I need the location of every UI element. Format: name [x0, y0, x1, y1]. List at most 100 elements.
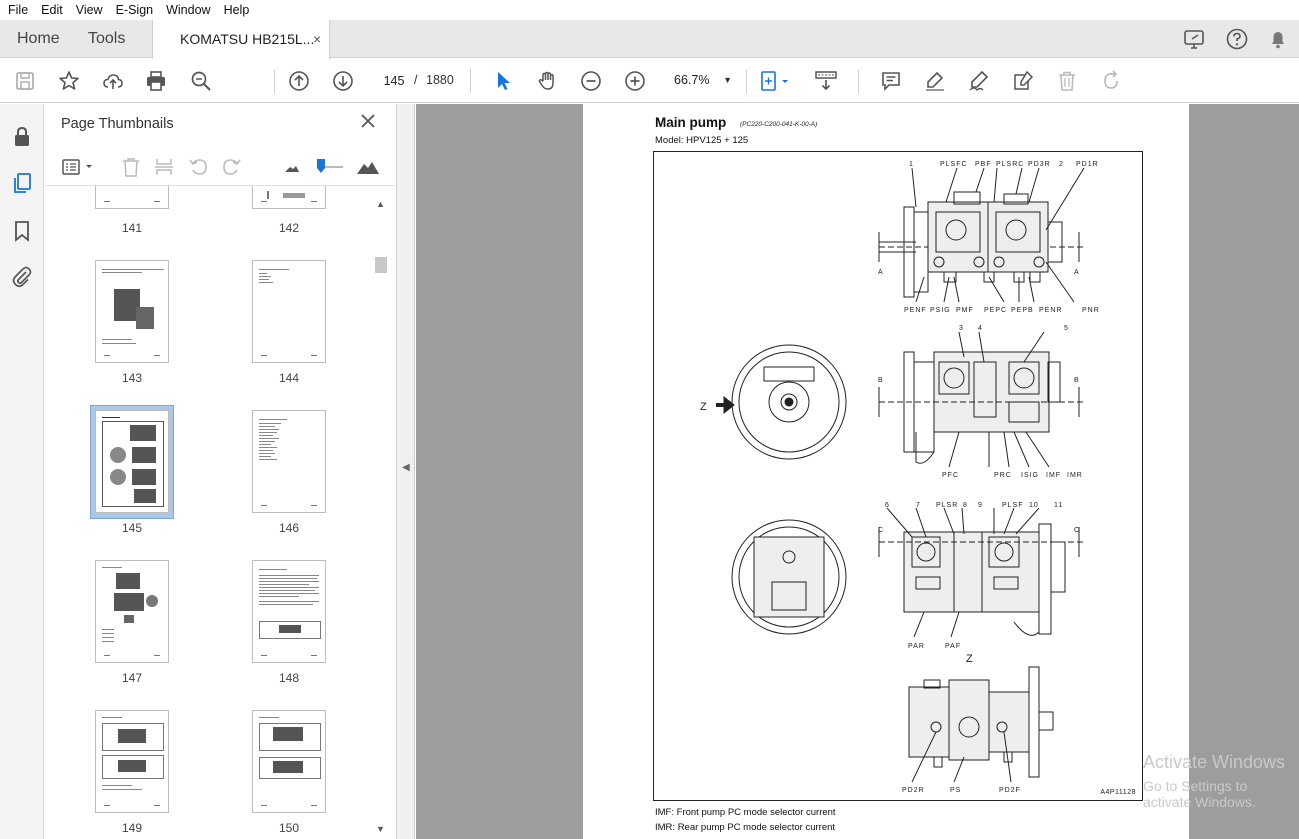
- tab-home[interactable]: Home: [17, 20, 60, 58]
- panel-splitter[interactable]: ◀: [397, 104, 415, 839]
- thumbnail-options-icon[interactable]: [61, 156, 95, 178]
- callout-7: 7: [916, 502, 921, 509]
- hand-tool-icon[interactable]: [534, 68, 560, 94]
- thumbnail-145[interactable]: [95, 410, 169, 513]
- thumbnail-143[interactable]: [95, 260, 169, 363]
- select-cursor-icon[interactable]: [490, 68, 516, 94]
- tab-bar: Home Tools KOMATSU HB215L... ×: [0, 20, 1299, 59]
- thumbnail-149[interactable]: [95, 710, 169, 813]
- thumbnail-label: 149: [121, 821, 143, 835]
- callout-ps: PS: [950, 787, 961, 794]
- thumbnail-142[interactable]: [252, 186, 326, 209]
- document-viewport[interactable]: Main pump (PC220-C200-041-K-00-A) Model:…: [416, 104, 1299, 839]
- callout-prc: PRC: [994, 472, 1012, 479]
- help-icon[interactable]: [1224, 26, 1250, 52]
- callout-penr: PENR: [1039, 307, 1062, 314]
- thumbnail-label: 141: [121, 221, 143, 235]
- zoom-level-select[interactable]: 66.7% ▼: [664, 69, 742, 93]
- delete-icon[interactable]: [1054, 68, 1080, 94]
- redo-icon[interactable]: [1098, 68, 1124, 94]
- comment-icon[interactable]: [878, 68, 904, 94]
- section-a-right: A: [1074, 269, 1080, 276]
- page-heading: Main pump: [655, 115, 727, 130]
- attachments-icon[interactable]: [9, 264, 35, 290]
- share-screen-icon[interactable]: [1182, 26, 1208, 52]
- thumbnail-150[interactable]: [252, 710, 326, 813]
- thumbnail-148[interactable]: [252, 560, 326, 663]
- upload-cloud-icon[interactable]: [100, 68, 126, 94]
- previous-page-icon[interactable]: [286, 68, 312, 94]
- print-icon[interactable]: [143, 68, 169, 94]
- thumbnail-size-slider[interactable]: [313, 156, 347, 178]
- callout-9: 9: [978, 502, 983, 509]
- thumbnail-scrollbar[interactable]: ▲ ▼: [375, 199, 387, 834]
- scroll-down-icon[interactable]: ▼: [376, 824, 385, 834]
- thumbnail-144[interactable]: [252, 260, 326, 363]
- fit-page-icon[interactable]: [758, 68, 794, 94]
- bookmark-star-icon[interactable]: [56, 68, 82, 94]
- menu-bar: File Edit View E-Sign Window Help: [0, 0, 1299, 20]
- callout-3: 3: [959, 325, 964, 332]
- toolbar-divider: [470, 69, 471, 93]
- menu-help[interactable]: Help: [220, 3, 254, 17]
- note-imr: IMR: Rear pump PC mode selector current: [655, 822, 836, 833]
- highlight-pen-icon[interactable]: [922, 68, 948, 94]
- menu-esign[interactable]: E-Sign: [112, 3, 158, 17]
- page-number-input[interactable]: 145: [375, 69, 413, 93]
- figure-code: A4P11128: [1100, 789, 1136, 796]
- find-zoom-icon[interactable]: [188, 68, 214, 94]
- save-icon[interactable]: [12, 68, 38, 94]
- view-z-caption: Z: [966, 653, 973, 665]
- callout-plsr: PLSR: [936, 502, 958, 509]
- bookmarks-icon[interactable]: [9, 218, 35, 244]
- callout-imf: IMF: [1046, 472, 1061, 479]
- scrolling-mode-icon[interactable]: [812, 68, 840, 94]
- menu-window[interactable]: Window: [162, 3, 214, 17]
- callout-penf: PENF: [904, 307, 927, 314]
- small-thumbnail-icon[interactable]: [281, 156, 303, 178]
- scrollbar-thumb[interactable]: [375, 257, 387, 273]
- edit-text-icon[interactable]: [1010, 68, 1036, 94]
- menu-file[interactable]: File: [4, 3, 32, 17]
- thumbnail-141[interactable]: [95, 186, 169, 209]
- tab-document[interactable]: KOMATSU HB215L... ×: [152, 20, 330, 59]
- menu-edit[interactable]: Edit: [37, 3, 67, 17]
- rotate-left-icon[interactable]: [187, 156, 209, 178]
- next-page-icon[interactable]: [330, 68, 356, 94]
- callout-psig: PSIG: [930, 307, 951, 314]
- thumbnail-label: 146: [278, 521, 300, 535]
- scroll-up-icon[interactable]: ▲: [376, 199, 385, 209]
- chevron-down-icon: ▼: [723, 75, 732, 85]
- thumbnail-label: 144: [278, 371, 300, 385]
- extract-page-icon[interactable]: [153, 156, 175, 178]
- section-c-left: C: [878, 527, 884, 534]
- collapse-panel-icon[interactable]: ◀: [402, 462, 410, 473]
- callout-pnr: PNR: [1082, 307, 1100, 314]
- callout-1: 1: [909, 161, 914, 168]
- callout-plsrc: PLSRC: [996, 161, 1024, 168]
- tab-tools[interactable]: Tools: [88, 20, 125, 58]
- rotate-right-icon[interactable]: [221, 156, 243, 178]
- callout-par: PAR: [908, 643, 925, 650]
- activation-watermark-subtitle: Go to Settings to activate Windows.: [1143, 778, 1256, 810]
- document-page: Main pump (PC220-C200-041-K-00-A) Model:…: [583, 104, 1189, 839]
- page-thumbnails-icon[interactable]: [9, 170, 35, 196]
- view-z-label: Z: [700, 401, 707, 413]
- callout-4: 4: [978, 325, 983, 332]
- zoom-in-icon[interactable]: [622, 68, 648, 94]
- draw-signature-icon[interactable]: [966, 68, 992, 94]
- delete-page-icon[interactable]: [120, 156, 142, 178]
- callout-pd2f: PD2F: [999, 787, 1021, 794]
- thumbnail-146[interactable]: [252, 410, 326, 513]
- zoom-out-icon[interactable]: [578, 68, 604, 94]
- notification-bell-icon[interactable]: [1265, 26, 1291, 52]
- close-icon[interactable]: [359, 112, 377, 130]
- callout-plsf: PLSF: [1002, 502, 1024, 509]
- lock-icon[interactable]: [9, 124, 35, 150]
- tab-close-icon[interactable]: ×: [313, 20, 321, 58]
- menu-view[interactable]: View: [72, 3, 107, 17]
- thumbnail-147[interactable]: [95, 560, 169, 663]
- large-thumbnail-icon[interactable]: [355, 156, 381, 178]
- callout-2: 2: [1059, 161, 1064, 168]
- callout-5: 5: [1064, 325, 1069, 332]
